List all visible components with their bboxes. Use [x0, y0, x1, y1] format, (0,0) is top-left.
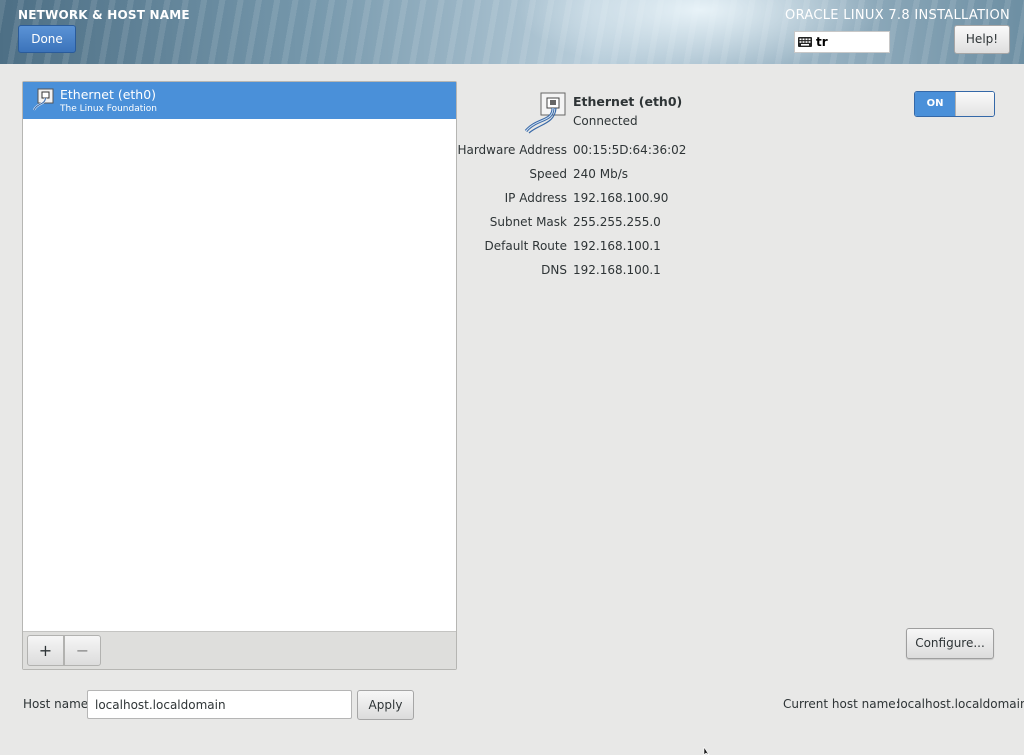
done-button[interactable]: Done [18, 25, 76, 53]
device-list-item-eth0[interactable]: Ethernet (eth0) The Linux Foundation [23, 82, 456, 119]
remove-device-button[interactable]: − [64, 635, 101, 666]
info-label: DNS [541, 263, 567, 277]
info-label: IP Address [504, 191, 567, 205]
device-name: Ethernet (eth0) [60, 87, 157, 102]
switch-on-label: ON [915, 92, 955, 116]
connection-status: Connected [573, 114, 638, 128]
host-name-label: Host name: [23, 697, 93, 711]
spoke-title: NETWORK & HOST NAME [18, 8, 190, 22]
host-name-input[interactable] [87, 690, 352, 719]
configure-button[interactable]: Configure... [906, 628, 994, 659]
device-vendor: The Linux Foundation [60, 104, 157, 114]
switch-knob [955, 92, 994, 116]
keyboard-icon [798, 37, 812, 47]
info-value: 192.168.100.1 [573, 263, 661, 277]
device-detail-name: Ethernet (eth0) [573, 94, 683, 109]
current-host-name-label: Current host name: [783, 697, 900, 711]
device-list-panel: Ethernet (eth0) The Linux Foundation + − [22, 81, 457, 670]
ethernet-icon [524, 92, 566, 134]
product-title: ORACLE LINUX 7.8 INSTALLATION [785, 8, 1010, 23]
info-label: Subnet Mask [489, 215, 567, 229]
ethernet-icon [32, 88, 54, 111]
info-row-hardware-address: Hardware Address 00:15:5D:64:36:02 [440, 143, 940, 159]
help-button[interactable]: Help! [954, 25, 1010, 54]
apply-button[interactable]: Apply [357, 690, 414, 720]
mouse-pointer-icon [703, 747, 710, 755]
info-value: 00:15:5D:64:36:02 [573, 143, 687, 157]
info-label: Default Route [484, 239, 568, 253]
info-value: 192.168.100.90 [573, 191, 669, 205]
info-label: Hardware Address [457, 143, 567, 157]
device-list-toolbar: + − [23, 631, 456, 669]
info-row-subnet-mask: Subnet Mask 255.255.255.0 [440, 215, 940, 231]
header-banner: NETWORK & HOST NAME Done ORACLE LINUX 7.… [0, 0, 1024, 64]
add-device-button[interactable]: + [27, 635, 64, 666]
info-value: 192.168.100.1 [573, 239, 661, 253]
info-value: 240 Mb/s [573, 167, 628, 181]
info-label: Speed [529, 167, 567, 181]
info-row-speed: Speed 240 Mb/s [440, 167, 940, 183]
info-row-default-route: Default Route 192.168.100.1 [440, 239, 940, 255]
keyboard-layout-label: tr [816, 35, 828, 49]
info-row-ip-address: IP Address 192.168.100.90 [440, 191, 940, 207]
info-value: 255.255.255.0 [573, 215, 661, 229]
keyboard-layout-indicator[interactable]: tr [794, 31, 890, 53]
info-row-dns: DNS 192.168.100.1 [440, 263, 940, 279]
connection-toggle-switch[interactable]: ON [914, 91, 995, 117]
current-host-name-value: localhost.localdomain [897, 697, 1024, 711]
